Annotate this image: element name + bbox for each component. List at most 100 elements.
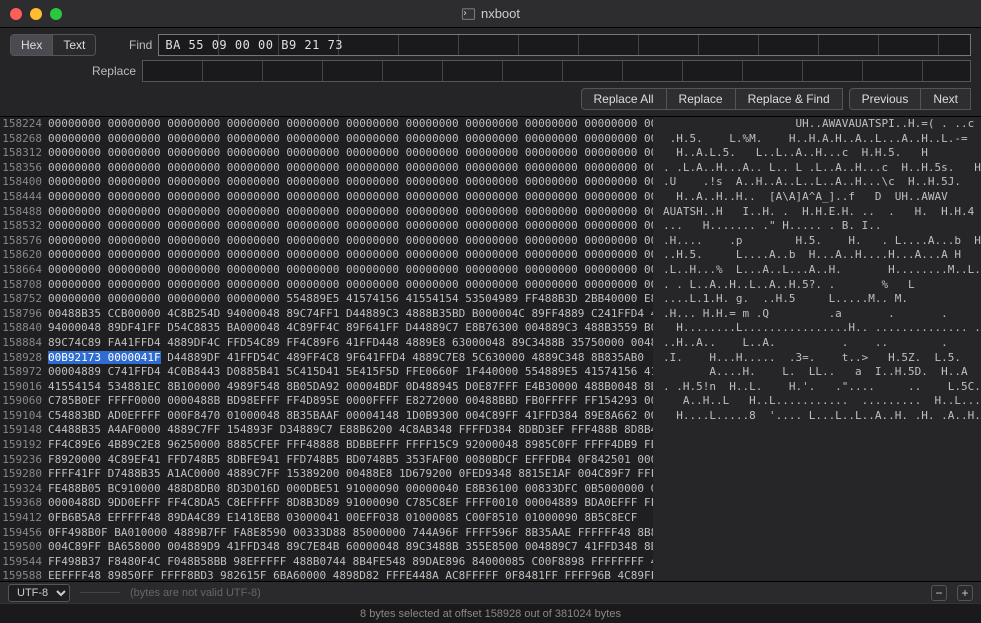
- ascii-row[interactable]: .L..H...% L...A..L...A..H. H........M..L…: [663, 263, 981, 278]
- hex-row[interactable]: 00000000 00000000 00000000 00000000 0000…: [48, 175, 653, 190]
- hex-row[interactable]: 00000000 00000000 00000000 00000000 0000…: [48, 219, 653, 234]
- offset: 159588: [0, 569, 42, 581]
- replace-all-button[interactable]: Replace All: [581, 88, 667, 110]
- offset: 159192: [0, 438, 42, 453]
- hex-row[interactable]: 00488B35 CCB00000 4C8B254D 94000048 89C7…: [48, 307, 653, 322]
- ascii-row[interactable]: ... H....... ." H..... . B. I..: [663, 219, 981, 234]
- hex-row[interactable]: C4488B35 A4AF0000 4889C7FF 154893F D3488…: [48, 423, 653, 438]
- hex-row[interactable]: FF498B37 F8480F4C F048B58BB 98EFFFFF 488…: [48, 555, 653, 570]
- ascii-row[interactable]: ..H.5. L....A..b H...A..H....H...A...A H: [663, 248, 981, 263]
- offset: 158312: [0, 146, 42, 161]
- hex-row[interactable]: 00000000 00000000 00000000 00000000 0000…: [48, 248, 653, 263]
- ascii-row[interactable]: . .L.A..H...A.. L.. L .L..A..H...c H..H.…: [663, 161, 981, 176]
- offset: 158268: [0, 132, 42, 147]
- offset-column: 1582241582681583121583561584001584441584…: [0, 117, 48, 581]
- offset: 158620: [0, 248, 42, 263]
- ascii-row[interactable]: .H... H.H.= m .Q .a . . 8.: [663, 307, 981, 322]
- find-label: Find: [102, 38, 152, 52]
- hex-row[interactable]: 00004889 C741FFD4 4C0B8443 D0885B41 5C41…: [48, 365, 653, 380]
- offset: 159456: [0, 526, 42, 541]
- offset: 159148: [0, 423, 42, 438]
- hex-row[interactable]: 41554154 534881EC 8B100000 4989F548 8B05…: [48, 380, 653, 395]
- ascii-row[interactable]: A..H..L H..L........... ......... H..L..…: [663, 394, 981, 409]
- offset: 158532: [0, 219, 42, 234]
- hex-row[interactable]: 89C74C89 FA41FFD4 4889DF4C FFD54C89 FF4C…: [48, 336, 653, 351]
- replace-and-find-button[interactable]: Replace & Find: [736, 88, 843, 110]
- ascii-row[interactable]: AUATSH..H I..H. . H.H.E.H. .. . H. H.H.4…: [663, 205, 981, 220]
- ascii-row[interactable]: ....L.1.H. g. ..H.5 L.....M.. M.: [663, 292, 981, 307]
- offset: 158576: [0, 234, 42, 249]
- offset: 159324: [0, 482, 42, 497]
- ascii-row[interactable]: H..A.L.5. L..L..A..H...c H.H.5. H: [663, 146, 981, 161]
- hex-row[interactable]: EEFFFF48 89850FF FFFF8BD3 982615F 6BA600…: [48, 569, 653, 581]
- offset: 158224: [0, 117, 42, 132]
- view-text-button[interactable]: Text: [52, 35, 95, 55]
- hex-row[interactable]: FF4C89E6 4B89C2E8 96250000 8885CFEF FFF4…: [48, 438, 653, 453]
- ascii-row[interactable]: .I. H...H..... .3=. t..> H.5Z. L.5.: [663, 351, 981, 366]
- offset: 159016: [0, 380, 42, 395]
- hex-row[interactable]: 00000000 00000000 00000000 00000000 0000…: [48, 234, 653, 249]
- previous-button[interactable]: Previous: [849, 88, 922, 110]
- offset: 159500: [0, 540, 42, 555]
- offset: 159236: [0, 453, 42, 468]
- hex-row[interactable]: 00000000 00000000 00000000 00000000 0000…: [48, 117, 653, 132]
- hex-row[interactable]: 94000048 89DF41FF D54C8835 BA000048 4C89…: [48, 321, 653, 336]
- ascii-row[interactable]: A....H. L. LL.. a I..H.5D. H..A: [663, 365, 981, 380]
- window-title: nxboot: [481, 6, 520, 21]
- hex-row[interactable]: 00000000 00000000 00000000 00000000 0000…: [48, 190, 653, 205]
- replace-label: Replace: [86, 64, 136, 78]
- terminal-icon: [461, 7, 475, 21]
- ascii-row[interactable]: . .H.5!n H..L. H.'. .".... .. L.5C.: [663, 380, 981, 395]
- plus-button[interactable]: +: [957, 585, 973, 601]
- ascii-row[interactable]: H........L................H.. ..........…: [663, 321, 981, 336]
- offset: 158444: [0, 190, 42, 205]
- hex-row[interactable]: 0000488D 9DD0EFFF FF4C8DA5 C8EFFFFF 8D8B…: [48, 496, 653, 511]
- hex-row[interactable]: 00000000 00000000 00000000 00000000 5548…: [48, 292, 653, 307]
- hex-row[interactable]: 00000000 00000000 00000000 00000000 0000…: [48, 132, 653, 147]
- minimize-window-button[interactable]: [30, 8, 42, 20]
- hex-row[interactable]: 00000000 00000000 00000000 00000000 0000…: [48, 263, 653, 278]
- hex-row[interactable]: 0FB6B5A8 EFFFFF48 89DA4C89 E1418EB8 0300…: [48, 511, 653, 526]
- offset: 159280: [0, 467, 42, 482]
- hex-row[interactable]: 00000000 00000000 00000000 00000000 0000…: [48, 161, 653, 176]
- zoom-window-button[interactable]: [50, 8, 62, 20]
- hex-row[interactable]: FE488B05 BC910000 488D8DB0 8D3D016D 000D…: [48, 482, 653, 497]
- hex-row[interactable]: 00000000 00000000 00000000 00000000 0000…: [48, 205, 653, 220]
- ascii-row[interactable]: .U .!s A..H..A..L..L..A..H...\c H..H.5J.: [663, 175, 981, 190]
- ascii-row[interactable]: .H.... .p H.5. H. . L....A...b H..: [663, 234, 981, 249]
- hex-row[interactable]: C54883BD AD0EFFFF 000F8470 01000048 8B35…: [48, 409, 653, 424]
- value-field[interactable]: [80, 592, 120, 593]
- ascii-column[interactable]: UH..AWAVAUATSPI..H.=( . ..c .H.5. L.%M. …: [653, 117, 981, 581]
- ascii-row[interactable]: UH..AWAVAUATSPI..H.=( . ..c: [663, 117, 981, 132]
- ascii-row[interactable]: ..H..A.. L..A. . .. . ..: [663, 336, 981, 351]
- hex-row[interactable]: 00000000 00000000 00000000 00000000 0000…: [48, 278, 653, 293]
- ascii-row[interactable]: H..A..H..H.. [A\A]A^A_]..f D UH..AWAV: [663, 190, 981, 205]
- hex-row[interactable]: 004C89FF BA658000 004889D9 41FFD348 89C7…: [48, 540, 653, 555]
- hex-row[interactable]: F8920000 4C89EF41 FFD748B5 8DBFE941 FFD7…: [48, 453, 653, 468]
- hex-row[interactable]: FFFF41FF D7488B35 A1AC0000 4889C7FF 1538…: [48, 467, 653, 482]
- close-window-button[interactable]: [10, 8, 22, 20]
- next-button[interactable]: Next: [921, 88, 971, 110]
- selection[interactable]: 00B92173 0000041F: [48, 351, 161, 364]
- ascii-row[interactable]: H....L.....8 '.... L...L..L..A..H. .H. .…: [663, 409, 981, 424]
- hex-row[interactable]: 0FF498B0F BA010000 4889B7FF FA8E8590 003…: [48, 526, 653, 541]
- hex-row[interactable]: 00000000 00000000 00000000 00000000 0000…: [48, 146, 653, 161]
- replace-input[interactable]: [142, 60, 971, 82]
- hex-row[interactable]: C785B0EF FFFF0000 0000488B BD98EFFF FF4D…: [48, 394, 653, 409]
- view-mode-segmented[interactable]: Hex Text: [10, 34, 96, 56]
- offset: 159104: [0, 409, 42, 424]
- minus-button[interactable]: −: [931, 585, 947, 601]
- ascii-row[interactable]: . . L..A..H..L..A..H.5?. . % L: [663, 278, 981, 293]
- offset: 158752: [0, 292, 42, 307]
- offset: 158356: [0, 161, 42, 176]
- offset: 159412: [0, 511, 42, 526]
- offset: 158708: [0, 278, 42, 293]
- find-input[interactable]: [158, 34, 971, 56]
- hex-editor-content: 1582241582681583121583561584001584441584…: [0, 117, 981, 581]
- hex-row[interactable]: 00B92173 0000041F D44889DF 41FFD54C 489F…: [48, 351, 653, 366]
- encoding-select[interactable]: UTF-8: [8, 584, 70, 602]
- replace-button[interactable]: Replace: [667, 88, 736, 110]
- ascii-row[interactable]: .H.5. L.%M. H..H.A.H..A..L...A..H..L.-=: [663, 132, 981, 147]
- hex-column[interactable]: 00000000 00000000 00000000 00000000 0000…: [48, 117, 653, 581]
- view-hex-button[interactable]: Hex: [11, 35, 52, 55]
